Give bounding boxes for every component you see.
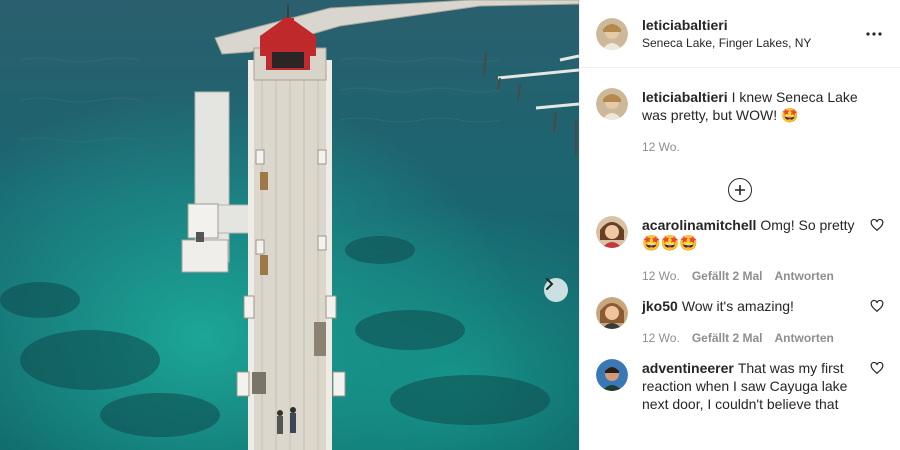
comment-text: Wow it's amazing!: [681, 298, 794, 314]
more-options-icon: [866, 31, 882, 36]
post-view: leticiabaltieri Seneca Lake, Finger Lake…: [0, 0, 900, 450]
commenter-avatar[interactable]: [596, 359, 628, 391]
comment-emoji: 🤩🤩🤩: [642, 235, 699, 252]
commenter-avatar[interactable]: [596, 297, 628, 329]
heart-icon[interactable]: [870, 299, 884, 313]
post-sidebar: leticiabaltieri Seneca Lake, Finger Lake…: [579, 0, 900, 450]
next-photo-button[interactable]: [544, 278, 568, 302]
comment-time[interactable]: 12 Wo.: [642, 267, 680, 285]
post-location[interactable]: Seneca Lake, Finger Lakes, NY: [642, 36, 862, 50]
comment-time[interactable]: 12 Wo.: [642, 329, 680, 347]
commenter-username[interactable]: adventineerer: [642, 360, 734, 376]
comment-item: jko50 Wow it's amazing! 12 Wo. Gefällt 2 …: [596, 297, 884, 347]
comment-item: acarolinamitchell Omg! So pretty 🤩🤩🤩 12 W…: [596, 216, 884, 285]
load-more-button[interactable]: [728, 178, 752, 202]
comment-item: adventineerer That was my first reaction …: [596, 359, 884, 413]
chevron-right-icon: [546, 278, 554, 290]
author-username[interactable]: leticiabaltieri: [642, 17, 862, 33]
reply-button[interactable]: Antworten: [775, 329, 834, 347]
more-options-button[interactable]: [862, 22, 886, 46]
heart-icon[interactable]: [870, 218, 884, 232]
commenter-avatar[interactable]: [596, 216, 628, 248]
load-more-comments: [596, 178, 884, 202]
comment-text: Omg! So pretty: [760, 217, 855, 233]
post-photo[interactable]: [0, 0, 579, 450]
reply-button[interactable]: Antworten: [775, 267, 834, 285]
caption-username[interactable]: leticiabaltieri: [642, 89, 728, 105]
commenter-username[interactable]: acarolinamitchell: [642, 217, 756, 233]
caption-avatar[interactable]: [596, 88, 628, 120]
heart-icon[interactable]: [870, 361, 884, 375]
comment-likes[interactable]: Gefällt 2 Mal: [692, 329, 763, 347]
post-header: leticiabaltieri Seneca Lake, Finger Lake…: [580, 0, 900, 68]
comments-feed: leticiabaltieri I knew Seneca Lake was pr…: [580, 68, 900, 413]
plus-circle-icon: [735, 185, 745, 195]
pier-aerial-image: [0, 0, 579, 450]
caption: leticiabaltieri I knew Seneca Lake was pr…: [596, 88, 884, 156]
caption-time[interactable]: 12 Wo.: [642, 138, 680, 156]
author-avatar[interactable]: [596, 17, 628, 50]
comment-likes[interactable]: Gefällt 2 Mal: [692, 267, 763, 285]
commenter-username[interactable]: jko50: [642, 298, 678, 314]
main-pier: [236, 60, 346, 450]
